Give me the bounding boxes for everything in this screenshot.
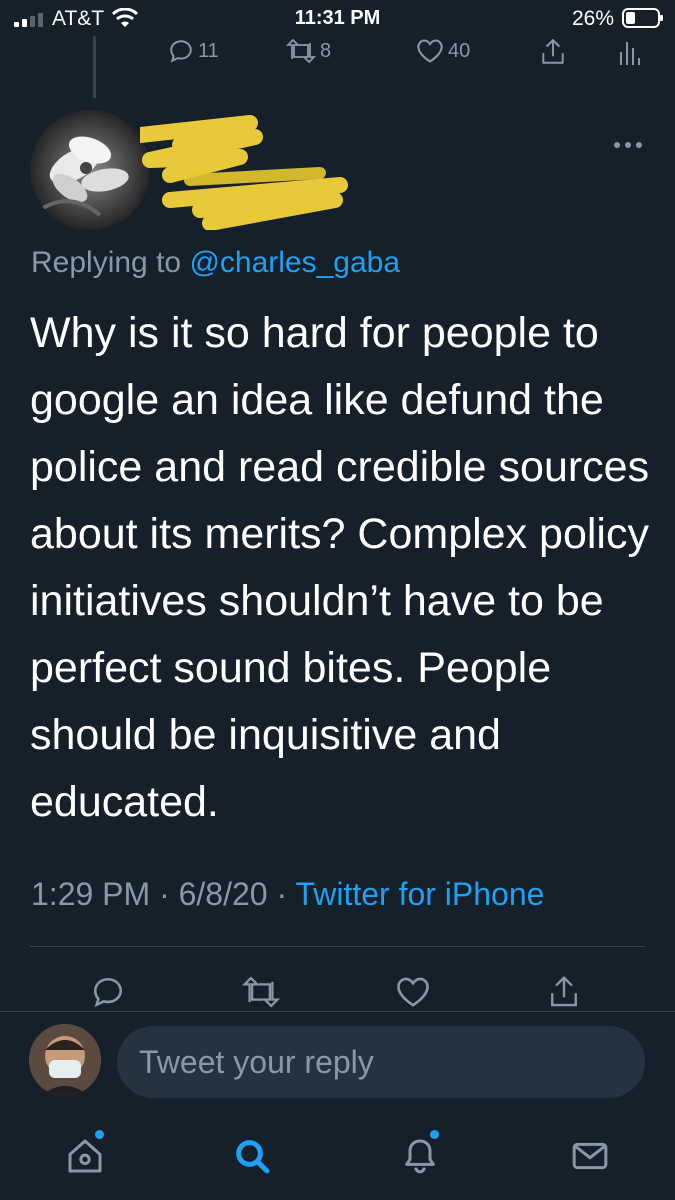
reply-button[interactable] (88, 972, 128, 1012)
prev-retweet-button[interactable]: 8 (286, 38, 331, 64)
prev-reply-button[interactable]: 11 (168, 38, 219, 64)
replying-to: Replying to @charles_gaba (31, 246, 400, 280)
reply-input[interactable]: Tweet your reply (117, 1026, 645, 1098)
notifications-icon (400, 1136, 440, 1176)
divider (30, 946, 645, 947)
meta-separator: · (276, 876, 288, 912)
retweet-icon (286, 38, 316, 64)
like-icon (416, 38, 444, 64)
tweet-source-link[interactable]: Twitter for iPhone (295, 876, 544, 912)
tweet-metadata: 1:29 PM · 6/8/20 · Twitter for iPhone (31, 876, 544, 913)
status-bar: AT&T 11:31 PM 26% (0, 0, 675, 36)
replying-to-label: Replying to (31, 246, 182, 279)
prev-like-button[interactable]: 40 (416, 38, 470, 64)
search-icon (232, 1136, 272, 1176)
user-avatar[interactable] (29, 1024, 101, 1096)
redacted-name-scribble (140, 115, 350, 230)
retweet-icon (242, 976, 280, 1008)
prev-reply-count: 11 (198, 39, 219, 62)
previous-tweet-actions: 11 8 40 (0, 38, 675, 70)
divider (0, 1011, 675, 1012)
battery-icon (622, 8, 664, 28)
nav-messages[interactable] (566, 1132, 614, 1180)
analytics-icon (618, 38, 640, 66)
messages-icon (570, 1136, 610, 1176)
share-icon (548, 975, 580, 1009)
meta-separator: · (159, 876, 170, 912)
tweet-text: Why is it so hard for people to google a… (30, 309, 650, 826)
like-button[interactable] (393, 972, 433, 1012)
notifications-dot (430, 1130, 439, 1139)
share-icon (540, 38, 566, 66)
tweet-date: 6/8/20 (178, 876, 268, 912)
share-button[interactable] (544, 972, 584, 1012)
reply-icon (91, 975, 125, 1009)
nav-notifications[interactable] (396, 1130, 444, 1180)
nav-search[interactable] (228, 1132, 276, 1180)
home-icon (65, 1136, 105, 1176)
prev-share-button[interactable] (540, 38, 566, 66)
author-avatar[interactable] (30, 110, 150, 230)
prev-retweet-count: 8 (320, 39, 332, 62)
battery-percent: 26% (572, 7, 615, 30)
more-options-icon[interactable] (612, 140, 644, 150)
replying-to-handle[interactable]: @charles_gaba (189, 246, 400, 279)
nav-home[interactable] (61, 1130, 109, 1180)
like-icon (395, 976, 431, 1008)
tweet-time: 1:29 PM (31, 876, 151, 912)
retweet-button[interactable] (241, 972, 281, 1012)
home-notification-dot (95, 1130, 104, 1139)
reply-icon (168, 38, 194, 64)
prev-analytics-button[interactable] (618, 38, 640, 66)
prev-like-count: 40 (448, 39, 471, 62)
